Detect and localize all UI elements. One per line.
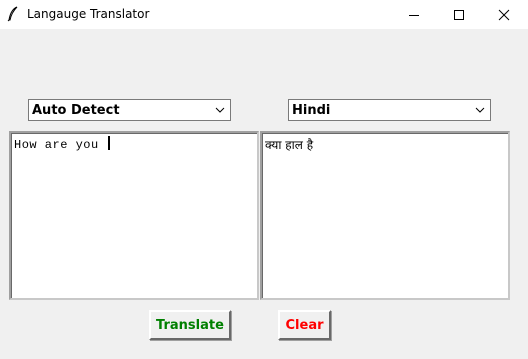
translate-button-label: Translate xyxy=(156,317,224,333)
close-button[interactable] xyxy=(484,0,524,29)
source-language-value: Auto Detect xyxy=(32,103,120,118)
title-bar: Langauge Translator xyxy=(0,0,528,29)
text-cursor xyxy=(108,136,111,150)
output-text-area[interactable]: क्या हाल है xyxy=(260,131,510,300)
chevron-down-icon xyxy=(475,107,485,113)
clear-button-label: Clear xyxy=(285,317,324,333)
translate-button[interactable]: Translate xyxy=(149,310,231,340)
input-text: How are you xyxy=(14,138,107,152)
input-text-content: How are you xyxy=(14,136,111,152)
close-icon xyxy=(498,9,510,20)
window-title: Langauge Translator xyxy=(27,7,150,21)
output-text: क्या हाल है xyxy=(265,138,314,152)
minimize-button[interactable] xyxy=(394,0,434,29)
maximize-icon xyxy=(454,9,464,20)
target-language-dropdown[interactable]: Hindi xyxy=(288,99,491,121)
chevron-down-icon xyxy=(215,107,225,113)
input-text-area[interactable]: How are you xyxy=(9,131,259,300)
clear-button[interactable]: Clear xyxy=(278,310,331,340)
source-language-dropdown[interactable]: Auto Detect xyxy=(28,99,231,121)
target-language-value: Hindi xyxy=(292,103,331,118)
feather-icon xyxy=(7,6,18,22)
maximize-button[interactable] xyxy=(439,0,479,29)
minimize-icon xyxy=(409,14,419,16)
